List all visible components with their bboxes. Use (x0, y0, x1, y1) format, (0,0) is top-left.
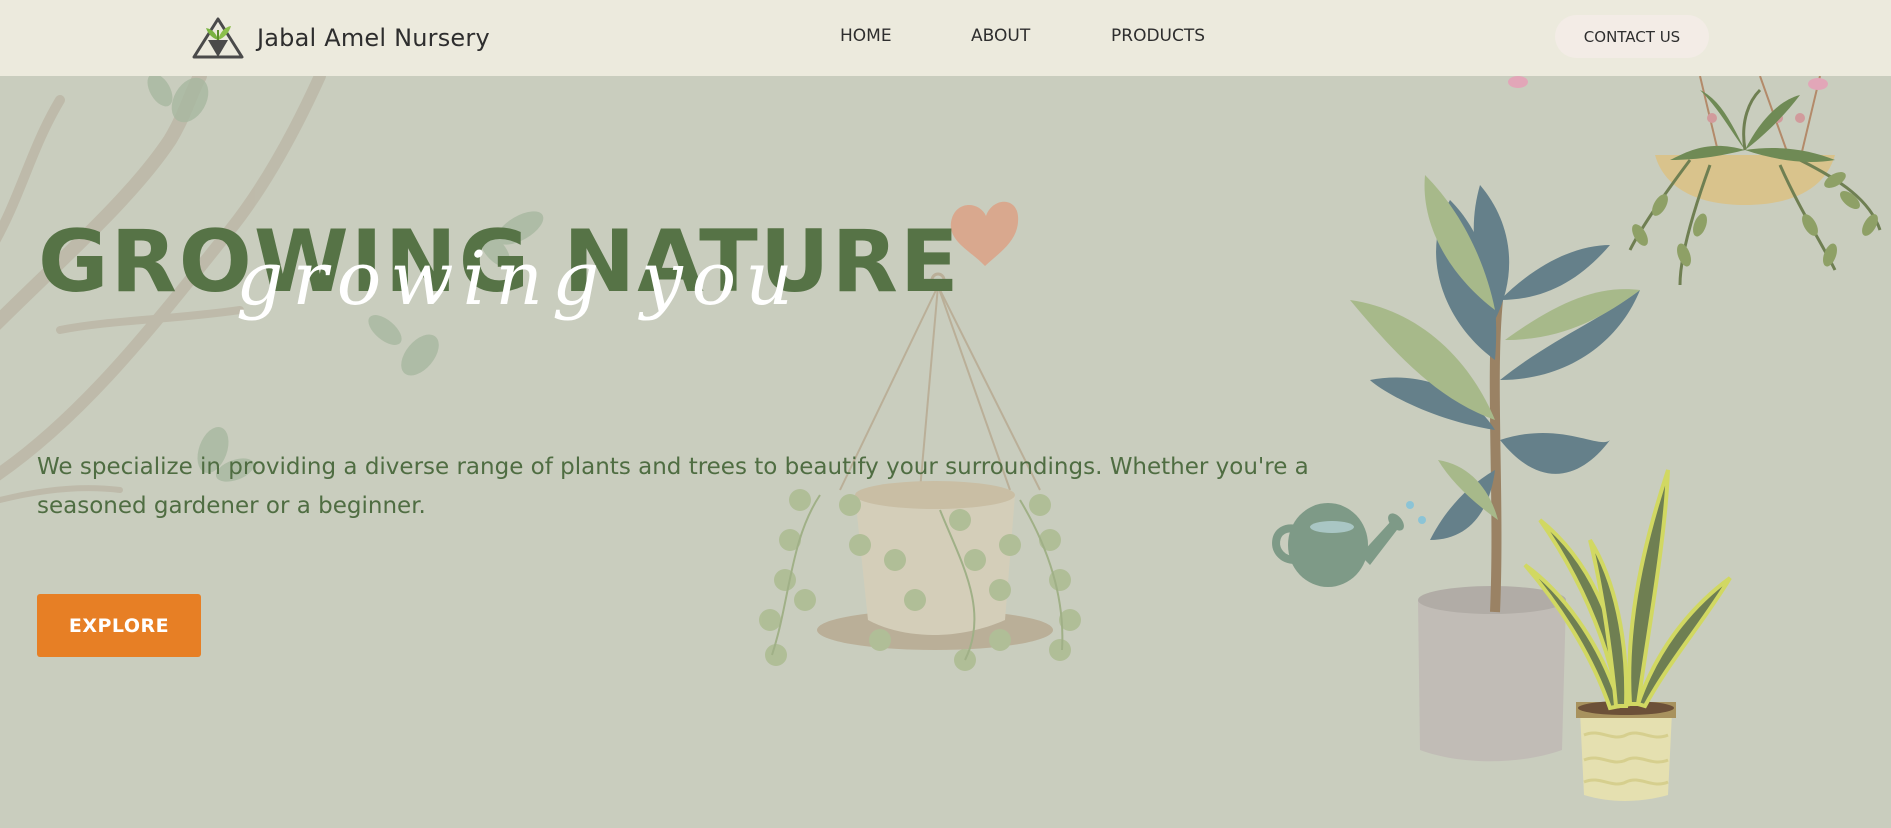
explore-button[interactable]: EXPLORE (37, 594, 201, 657)
site-header: Jabal Amel Nursery HOME ABOUT PRODUCTS C… (0, 0, 1891, 76)
heart-icon (950, 201, 1019, 266)
landing-page: Jabal Amel Nursery HOME ABOUT PRODUCTS C… (0, 0, 1891, 828)
brand[interactable]: Jabal Amel Nursery (191, 16, 490, 60)
mountain-plant-logo-icon (192, 17, 244, 59)
nav-products[interactable]: PRODUCTS (1111, 26, 1205, 46)
hero-description: We specialize in providing a diverse ran… (37, 454, 1309, 519)
nav-home[interactable]: HOME (840, 26, 892, 46)
brand-name: Jabal Amel Nursery (257, 24, 490, 52)
nav-about[interactable]: ABOUT (971, 26, 1030, 46)
hanging-basket-plant-illustration (1508, 76, 1882, 286)
hero-script-title: growing you (236, 236, 802, 322)
contact-us-button[interactable]: CONTACT US (1555, 15, 1709, 58)
